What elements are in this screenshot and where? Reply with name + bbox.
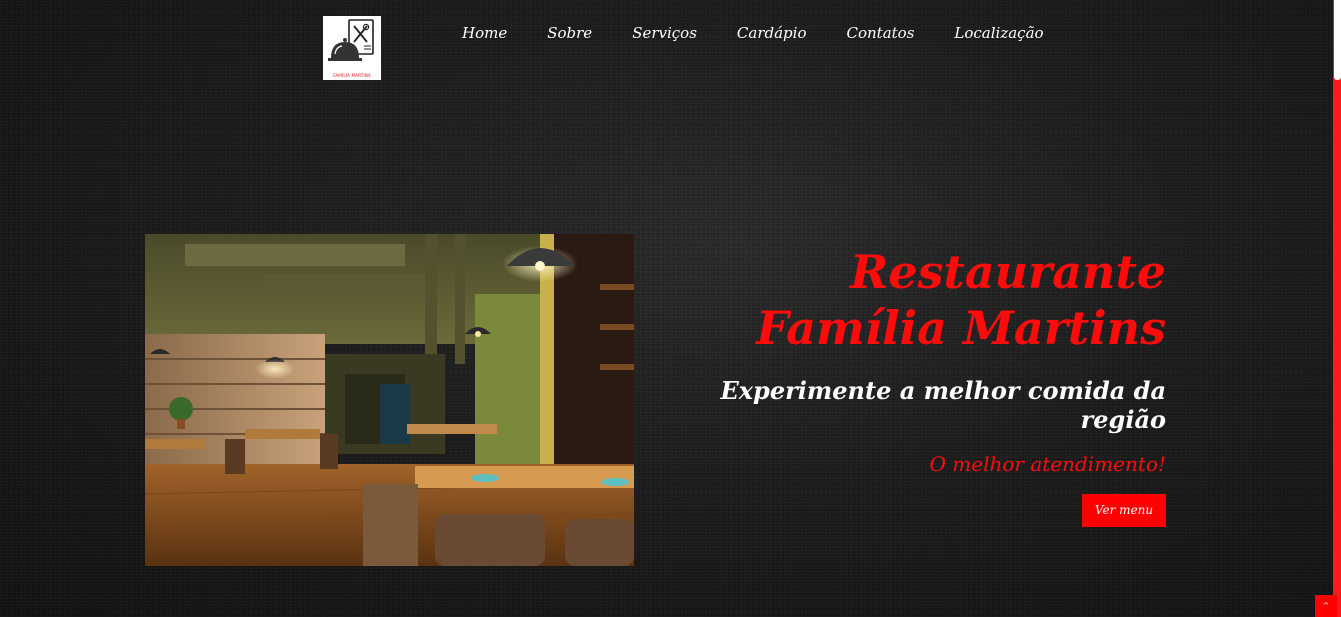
hero-subtitle: Experimente a melhor comida da região [720, 376, 1166, 434]
nav-localizacao[interactable]: Localização [954, 24, 1043, 42]
menu-card-icon [328, 19, 374, 61]
nav-cardapio[interactable]: Cardápio [737, 24, 807, 42]
hero-title: Restaurante Família Martins [756, 245, 1166, 355]
restaurant-interior-image [145, 234, 634, 566]
nav-sobre[interactable]: Sobre [547, 24, 592, 42]
chevron-up-icon: ^ [1322, 601, 1330, 610]
nav-servicos[interactable]: Serviços [632, 24, 697, 42]
back-to-top-button[interactable]: ^ [1315, 595, 1337, 617]
hero-text-block: Restaurante Família Martins Experimente … [646, 244, 1166, 527]
nav-contatos[interactable]: Contatos [847, 24, 915, 42]
page-scrollbar[interactable] [1333, 0, 1341, 617]
main-nav: Home Sobre Serviços Cardápio Contatos Lo… [462, 24, 1084, 42]
brand-logo[interactable]: FAMÍLIA MARTINS [323, 16, 381, 80]
logo-caption: FAMÍLIA MARTINS [333, 73, 371, 78]
hero-tagline: O melhor atendimento! [929, 452, 1166, 476]
view-menu-button[interactable]: Ver menu [1082, 494, 1166, 527]
scrollbar-thumb[interactable] [1334, 0, 1341, 80]
nav-home[interactable]: Home [462, 24, 507, 42]
